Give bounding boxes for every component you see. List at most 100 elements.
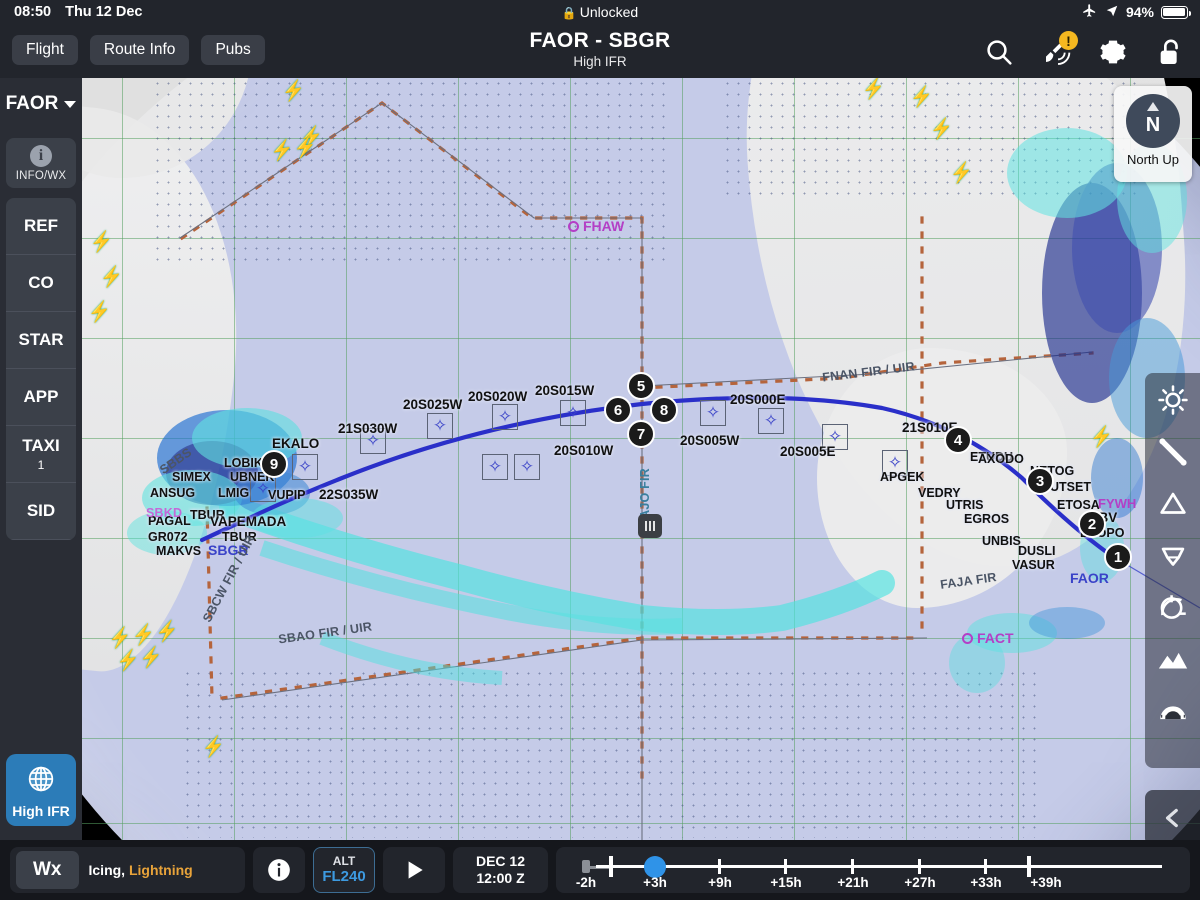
globe-icon [28, 766, 54, 792]
sidebar-label-star: STAR [18, 330, 64, 349]
ios-status-bar: 08:50 Thu 12 Dec 🔒 Unlocked 94% [0, 0, 1200, 26]
weather-group: Wx Icing, Lightning [10, 847, 245, 893]
brightness-icon[interactable] [1156, 383, 1190, 417]
map-layer-button[interactable]: High IFR [6, 754, 76, 826]
sequence-marker[interactable]: 7 [627, 420, 655, 448]
fir-info-icon[interactable] [638, 514, 662, 538]
wx-layer-icing: Icing, [88, 862, 129, 878]
navbar-icons: ! [983, 31, 1186, 68]
timeline-label: +21h [837, 875, 869, 890]
waypoint-label: 20S020W [468, 389, 528, 404]
lightning-icon: ⚡ [860, 78, 888, 102]
waypoint-marker[interactable] [427, 413, 453, 439]
vor-icon[interactable] [1156, 539, 1190, 573]
timeline-label: +27h [904, 875, 936, 890]
departure-label: FAOR [5, 93, 59, 114]
sidebar-item-ref[interactable]: REF [6, 198, 76, 255]
lightning-icon: ⚡ [280, 79, 308, 104]
waypoint-label: 21S030W [338, 421, 398, 436]
sidebar-item-app[interactable]: APP [6, 369, 76, 426]
sequence-marker[interactable]: 4 [944, 426, 972, 454]
sidebar-item-info-wx[interactable]: i INFO/WX [6, 138, 76, 188]
sequence-marker[interactable]: 9 [260, 450, 288, 478]
timeline-tick [918, 859, 921, 874]
play-animation-button[interactable] [383, 847, 445, 893]
sidebar-label-sid: SID [26, 501, 56, 520]
timeline-label: +3h [643, 875, 667, 890]
landmass-south-america [82, 93, 261, 683]
sidebar-item-star[interactable]: STAR [6, 312, 76, 369]
sequence-marker[interactable]: 5 [627, 372, 655, 400]
compass-icon: N [1126, 94, 1180, 148]
fir-label: SBKD [146, 506, 183, 520]
unlock-icon[interactable] [1154, 36, 1186, 68]
waypoint-label: UTRIS [946, 498, 984, 512]
location-arrow-icon [1105, 4, 1119, 21]
waypoint-label: UTSET [1050, 480, 1091, 494]
departure-selector[interactable]: FAOR [0, 78, 82, 130]
sequence-marker[interactable]: 2 [1078, 510, 1106, 538]
bottom-toolbar: Wx Icing, Lightning ALT FL240 DEC 12 12:… [0, 840, 1200, 900]
sequence-marker[interactable]: 6 [604, 396, 632, 424]
waypoint-marker[interactable] [482, 454, 508, 480]
sequence-marker[interactable]: 8 [650, 396, 678, 424]
map-layer-label: High IFR [12, 803, 70, 819]
waypoint-marker[interactable] [560, 400, 586, 426]
waypoint-label: DUSLI [1018, 544, 1056, 558]
gear-icon[interactable] [1097, 36, 1129, 68]
north-pointer-icon [1147, 102, 1159, 111]
altitude-button[interactable]: ALT FL240 [313, 847, 375, 893]
waypoint-label: APGEK [880, 470, 925, 484]
waypoint-marker[interactable] [514, 454, 540, 480]
top-navbar: Flight Route Info Pubs FAOR - SBGR High … [0, 26, 1200, 78]
sidebar-item-co[interactable]: CO [6, 255, 76, 312]
airport-label-fhaw[interactable]: FHAW [568, 218, 624, 234]
wx-button[interactable]: Wx [16, 851, 79, 889]
terrain-icon[interactable] [1156, 643, 1190, 677]
waypoint-marker[interactable] [292, 454, 318, 480]
orientation-label: North Up [1126, 152, 1180, 167]
timeline-track[interactable] [596, 865, 1162, 868]
map-canvas[interactable]: ⚡ ⚡ ⚡⚡ ⚡ ⚡ ⚡ ⚡ ⚡ ⚡ ⚡ ⚡⚡⚡ ⚡⚡ ⚡ ⚡ ✧ ✧ ✧ ✧ … [82, 78, 1200, 840]
waypoint-marker[interactable] [492, 404, 518, 430]
airport-ring-icon [962, 633, 973, 644]
ruler-icon[interactable] [1156, 435, 1190, 469]
airport-ring-icon [568, 221, 579, 232]
satellite-status-icon[interactable]: ! [1040, 31, 1078, 68]
forecast-date: DEC 12 [475, 852, 526, 869]
timeline-label: -2h [575, 875, 597, 890]
sidebar-item-sid[interactable]: SID [6, 483, 76, 540]
lightning-icon: ⚡ [1088, 425, 1116, 450]
airport-label-fact[interactable]: FACT [962, 630, 1014, 646]
sidebar-item-taxi[interactable]: TAXI 1 [6, 426, 76, 483]
waypoint-label: EKALO [272, 436, 320, 451]
forecast-timeline[interactable]: -2h +3h +9h +15h +21h +27h +33h +39h [556, 847, 1190, 893]
info-icon: i [30, 145, 52, 167]
lightning-icon: ⚡ [86, 300, 114, 325]
weather-info-button[interactable] [253, 847, 305, 893]
airport-label-faor[interactable]: FAOR [1070, 570, 1109, 586]
airplane-mode-icon [1081, 3, 1098, 21]
forecast-time-display[interactable]: DEC 12 12:00 Z [453, 847, 548, 893]
app-root: 08:50 Thu 12 Dec 🔒 Unlocked 94% Flight Ro… [0, 0, 1200, 900]
wx-layer-lightning: Lightning [128, 862, 193, 878]
waypoint-marker[interactable] [758, 408, 784, 434]
airport-label-fywh[interactable]: FYWH [1098, 496, 1136, 511]
waypoint-label: 20S005W [680, 433, 740, 448]
triangle-icon[interactable] [1156, 487, 1190, 521]
waypoint-label: ANSUG [150, 486, 196, 500]
search-icon[interactable] [983, 36, 1015, 68]
waypoint-label: 20S005E [780, 444, 836, 459]
radar-range-icon[interactable] [1156, 591, 1190, 625]
forecast-time: 12:00 Z [476, 870, 525, 886]
sequence-marker[interactable]: 3 [1026, 467, 1054, 495]
orientation-widget[interactable]: N North Up [1114, 86, 1192, 182]
protractor-icon[interactable] [1156, 695, 1190, 729]
waypoint-marker[interactable] [700, 400, 726, 426]
timeline-label: +9h [708, 875, 732, 890]
collapse-rail-button[interactable] [1145, 790, 1200, 840]
lightning-icon: ⚡ [928, 117, 956, 142]
sequence-marker[interactable]: 1 [1104, 543, 1132, 571]
sidebar-label-app: APP [23, 387, 59, 406]
satellite-warning-badge: ! [1059, 31, 1078, 50]
